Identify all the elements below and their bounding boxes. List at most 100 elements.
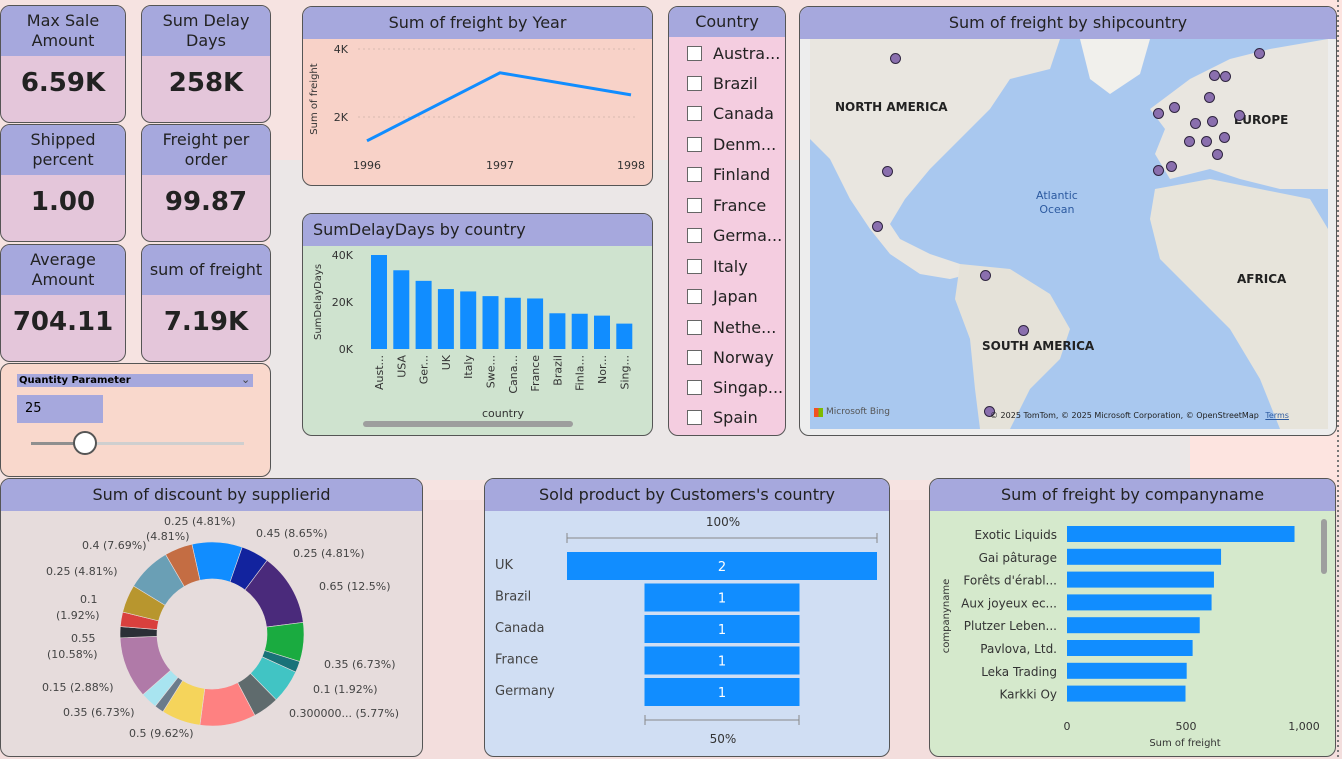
- map-data-point[interactable]: [1153, 165, 1164, 176]
- bar[interactable]: [1067, 526, 1295, 542]
- bar[interactable]: [415, 280, 432, 349]
- bar[interactable]: [1067, 594, 1212, 611]
- ocean-label-line: Ocean: [1039, 203, 1075, 216]
- checkbox[interactable]: [687, 137, 702, 152]
- map-data-point[interactable]: [1201, 136, 1212, 147]
- funnel-category-label: Germany: [495, 684, 555, 699]
- slicer-item[interactable]: Spain: [687, 408, 758, 427]
- slicer-item[interactable]: France: [687, 196, 766, 215]
- checkbox[interactable]: [687, 228, 702, 243]
- map-data-point[interactable]: [1254, 48, 1265, 59]
- checkbox[interactable]: [687, 320, 702, 335]
- kpi-title: Max Sale Amount: [1, 6, 125, 56]
- map-canvas[interactable]: NORTH AMERICA SOUTH AMERICA EUROPE AFRIC…: [810, 39, 1328, 429]
- map-data-point[interactable]: [1166, 161, 1177, 172]
- slicer-item[interactable]: Brazil: [687, 74, 758, 93]
- checkbox[interactable]: [687, 106, 702, 121]
- freight-line[interactable]: [366, 71, 632, 143]
- parameter-value-input[interactable]: 25: [17, 395, 103, 423]
- x-tick-label: 1998: [617, 159, 645, 172]
- bar[interactable]: [1067, 617, 1200, 634]
- map-data-point[interactable]: [1204, 92, 1215, 103]
- slicer-item[interactable]: Germa...: [687, 226, 782, 245]
- map-data-point[interactable]: [890, 53, 901, 64]
- slicer-item[interactable]: Finland: [687, 165, 770, 184]
- checkbox[interactable]: [687, 380, 702, 395]
- map-attribution: © 2025 TomTom, © 2025 Microsoft Corporat…: [990, 411, 1289, 420]
- microsoft-logo-icon: [814, 407, 823, 417]
- bar[interactable]: [549, 313, 566, 349]
- map-data-point[interactable]: [1184, 136, 1195, 147]
- y-tick-label: Forêts d'érabl...: [963, 574, 1057, 588]
- vertical-scrollbar[interactable]: [1321, 519, 1327, 574]
- bar[interactable]: [1067, 548, 1222, 565]
- horizontal-scrollbar[interactable]: [363, 421, 573, 427]
- slicer-item[interactable]: Canada: [687, 104, 774, 123]
- slice-label: 0.45 (8.65%): [256, 527, 328, 540]
- funnel-category-label: UK: [495, 558, 514, 573]
- slicer-item[interactable]: Singap...: [687, 378, 783, 397]
- funnel-category-label: Brazil: [495, 590, 531, 605]
- slicer-item[interactable]: Japan: [687, 287, 758, 306]
- slicer-item-label: Spain: [713, 408, 758, 427]
- slice-label: 0.65 (12.5%): [319, 580, 391, 593]
- bar[interactable]: [527, 298, 544, 349]
- parameter-title: Quantity Parameter: [17, 374, 253, 387]
- bar[interactable]: [437, 289, 454, 349]
- kpi-title: Shipped percent: [1, 125, 125, 175]
- map-data-point[interactable]: [1018, 325, 1029, 336]
- bar[interactable]: [460, 291, 477, 349]
- checkbox[interactable]: [687, 167, 702, 182]
- slice-label: 0.4 (7.69%): [82, 539, 147, 552]
- country-slicer: Country Austra... Brazil Canada Denm... …: [668, 6, 786, 436]
- bar[interactable]: [594, 315, 610, 349]
- bar[interactable]: [1067, 571, 1214, 588]
- bar[interactable]: [1067, 662, 1187, 679]
- slicer-item[interactable]: Austra...: [687, 44, 780, 63]
- checkbox[interactable]: [687, 259, 702, 274]
- kpi-average-amount: Average Amount 704.11: [0, 244, 126, 362]
- bar[interactable]: [482, 296, 499, 349]
- checkbox[interactable]: [687, 76, 702, 91]
- checkbox[interactable]: [687, 350, 702, 365]
- bar[interactable]: [571, 313, 588, 349]
- bar[interactable]: [504, 297, 521, 349]
- checkbox[interactable]: [687, 198, 702, 213]
- map-data-point[interactable]: [1169, 102, 1180, 113]
- map-data-point[interactable]: [1153, 108, 1164, 119]
- slider-handle[interactable]: [73, 431, 97, 455]
- map-data-point[interactable]: [1190, 118, 1201, 129]
- funnel-svg: 100% 2 UK 1 Brazil 1 Canada 1 France 1 Germany 50…: [495, 515, 878, 746]
- map-data-point[interactable]: [1209, 70, 1220, 81]
- funnel-value-label: 1: [718, 592, 726, 607]
- checkbox[interactable]: [687, 289, 702, 304]
- checkbox[interactable]: [687, 46, 702, 61]
- slicer-item[interactable]: Nethe...: [687, 318, 776, 337]
- slicer-item[interactable]: Italy: [687, 257, 748, 276]
- y-tick-label: Leka Trading: [981, 665, 1057, 679]
- bing-label: Microsoft Bing: [826, 407, 890, 417]
- map-data-point[interactable]: [882, 166, 893, 177]
- map-data-point[interactable]: [1207, 116, 1218, 127]
- bar[interactable]: [1067, 640, 1193, 656]
- chart-title: Sold product by Customers's country: [485, 479, 889, 511]
- slicer-item-label: Germa...: [713, 226, 783, 245]
- y-axis-label: companyname: [941, 579, 952, 653]
- slicer-item[interactable]: Denm...: [687, 135, 776, 154]
- bar[interactable]: [616, 323, 633, 349]
- slicer-item[interactable]: Norway: [687, 348, 774, 367]
- x-tick-label: 1,000: [1288, 720, 1320, 733]
- chevron-down-icon[interactable]: ⌄: [241, 373, 250, 386]
- map-data-point[interactable]: [1234, 110, 1245, 121]
- map-data-point[interactable]: [1212, 149, 1223, 160]
- terms-link[interactable]: Terms: [1265, 411, 1289, 420]
- bar[interactable]: [1067, 685, 1186, 702]
- map-data-point[interactable]: [872, 221, 883, 232]
- map-data-point[interactable]: [980, 270, 991, 281]
- bar[interactable]: [371, 255, 387, 349]
- map-data-point[interactable]: [1220, 71, 1231, 82]
- kpi-sum-delay-days: Sum Delay Days 258K: [141, 5, 271, 123]
- bar[interactable]: [393, 270, 410, 349]
- map-data-point[interactable]: [1219, 132, 1230, 143]
- checkbox[interactable]: [687, 410, 702, 425]
